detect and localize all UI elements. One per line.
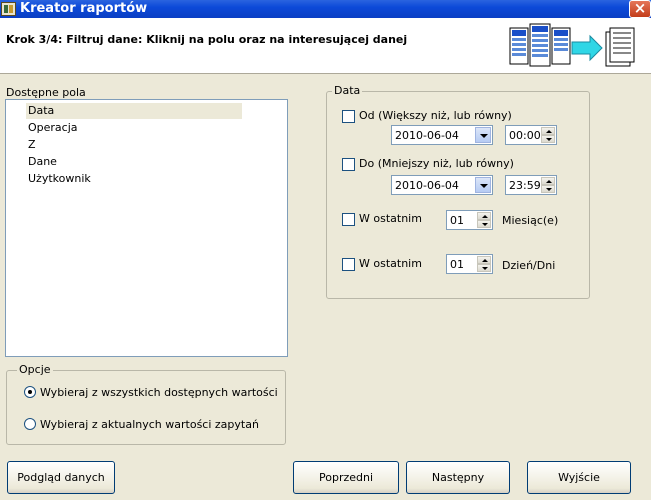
days-unit-label: Dzień/Dni: [502, 259, 556, 272]
last-months-checkbox[interactable]: [342, 213, 355, 226]
last-months-label: W ostatnim: [359, 212, 422, 225]
spin-down-icon[interactable]: [477, 220, 491, 228]
last-months-spinner[interactable]: 01: [446, 210, 493, 230]
to-time-value: 23:59: [509, 179, 541, 192]
last-days-label: W ostatnim: [359, 257, 422, 270]
window-title: Kreator raportów: [20, 1, 148, 16]
close-button[interactable]: ×: [629, 0, 651, 18]
to-checkbox[interactable]: [342, 158, 355, 171]
current-values-label: Wybieraj z aktualnych wartości zapytań: [40, 418, 259, 431]
last-months-value: 01: [450, 214, 464, 227]
options-group-legend: Opcje: [17, 363, 53, 376]
chevron-down-icon[interactable]: [475, 177, 491, 193]
app-icon: [1, 2, 16, 16]
list-item[interactable]: Użytkownik: [26, 171, 242, 187]
wizard-header: Krok 3/4: Filtruj dane: Kliknij na polu …: [0, 18, 651, 74]
list-item[interactable]: Dane: [26, 154, 242, 170]
from-date-value: 2010-06-04: [395, 129, 459, 142]
list-item[interactable]: Data: [26, 103, 242, 119]
spin-down-icon[interactable]: [477, 264, 491, 272]
from-date-select[interactable]: 2010-06-04: [391, 125, 493, 145]
preview-data-button[interactable]: Podgląd danych: [7, 461, 115, 494]
months-unit-label: Miesiąc(e): [502, 214, 559, 227]
last-days-checkbox[interactable]: [342, 258, 355, 271]
current-values-radio[interactable]: [24, 418, 36, 430]
from-time-spinner[interactable]: 00:00: [505, 125, 557, 145]
spin-up-icon[interactable]: [477, 212, 491, 220]
from-label: Od (Większy niż, lub równy): [359, 109, 512, 122]
previous-button[interactable]: Poprzedni: [293, 461, 399, 494]
all-values-radio[interactable]: [24, 386, 36, 398]
to-date-select[interactable]: 2010-06-04: [391, 175, 493, 195]
available-fields-list[interactable]: Data Operacja Z Dane Użytkownik: [5, 99, 288, 357]
to-date-value: 2010-06-04: [395, 179, 459, 192]
options-group: [6, 370, 286, 445]
spin-up-icon[interactable]: [541, 177, 555, 185]
from-checkbox[interactable]: [342, 110, 355, 123]
report-wizard-graphic-icon: [509, 23, 635, 67]
from-time-value: 00:00: [509, 129, 541, 142]
last-days-spinner[interactable]: 01: [446, 254, 493, 274]
next-button[interactable]: Następny: [406, 461, 510, 494]
spin-up-icon[interactable]: [541, 127, 555, 135]
spin-down-icon[interactable]: [541, 185, 555, 193]
chevron-down-icon[interactable]: [475, 127, 491, 143]
step-instruction: Krok 3/4: Filtruj dane: Kliknij na polu …: [6, 33, 408, 46]
to-time-spinner[interactable]: 23:59: [505, 175, 557, 195]
list-item[interactable]: Operacja: [26, 120, 242, 136]
to-label: Do (Mniejszy niż, lub równy): [359, 157, 514, 170]
spin-down-icon[interactable]: [541, 135, 555, 143]
date-group-legend: Data: [332, 84, 363, 97]
list-item[interactable]: Z: [26, 137, 242, 153]
spin-up-icon[interactable]: [477, 256, 491, 264]
last-days-value: 01: [450, 258, 464, 271]
available-fields-label: Dostępne pola: [6, 86, 86, 99]
exit-button[interactable]: Wyjście: [527, 461, 631, 494]
all-values-label: Wybieraj z wszystkich dostępnych wartośc…: [40, 386, 278, 399]
title-bar: Kreator raportów ×: [0, 0, 651, 18]
